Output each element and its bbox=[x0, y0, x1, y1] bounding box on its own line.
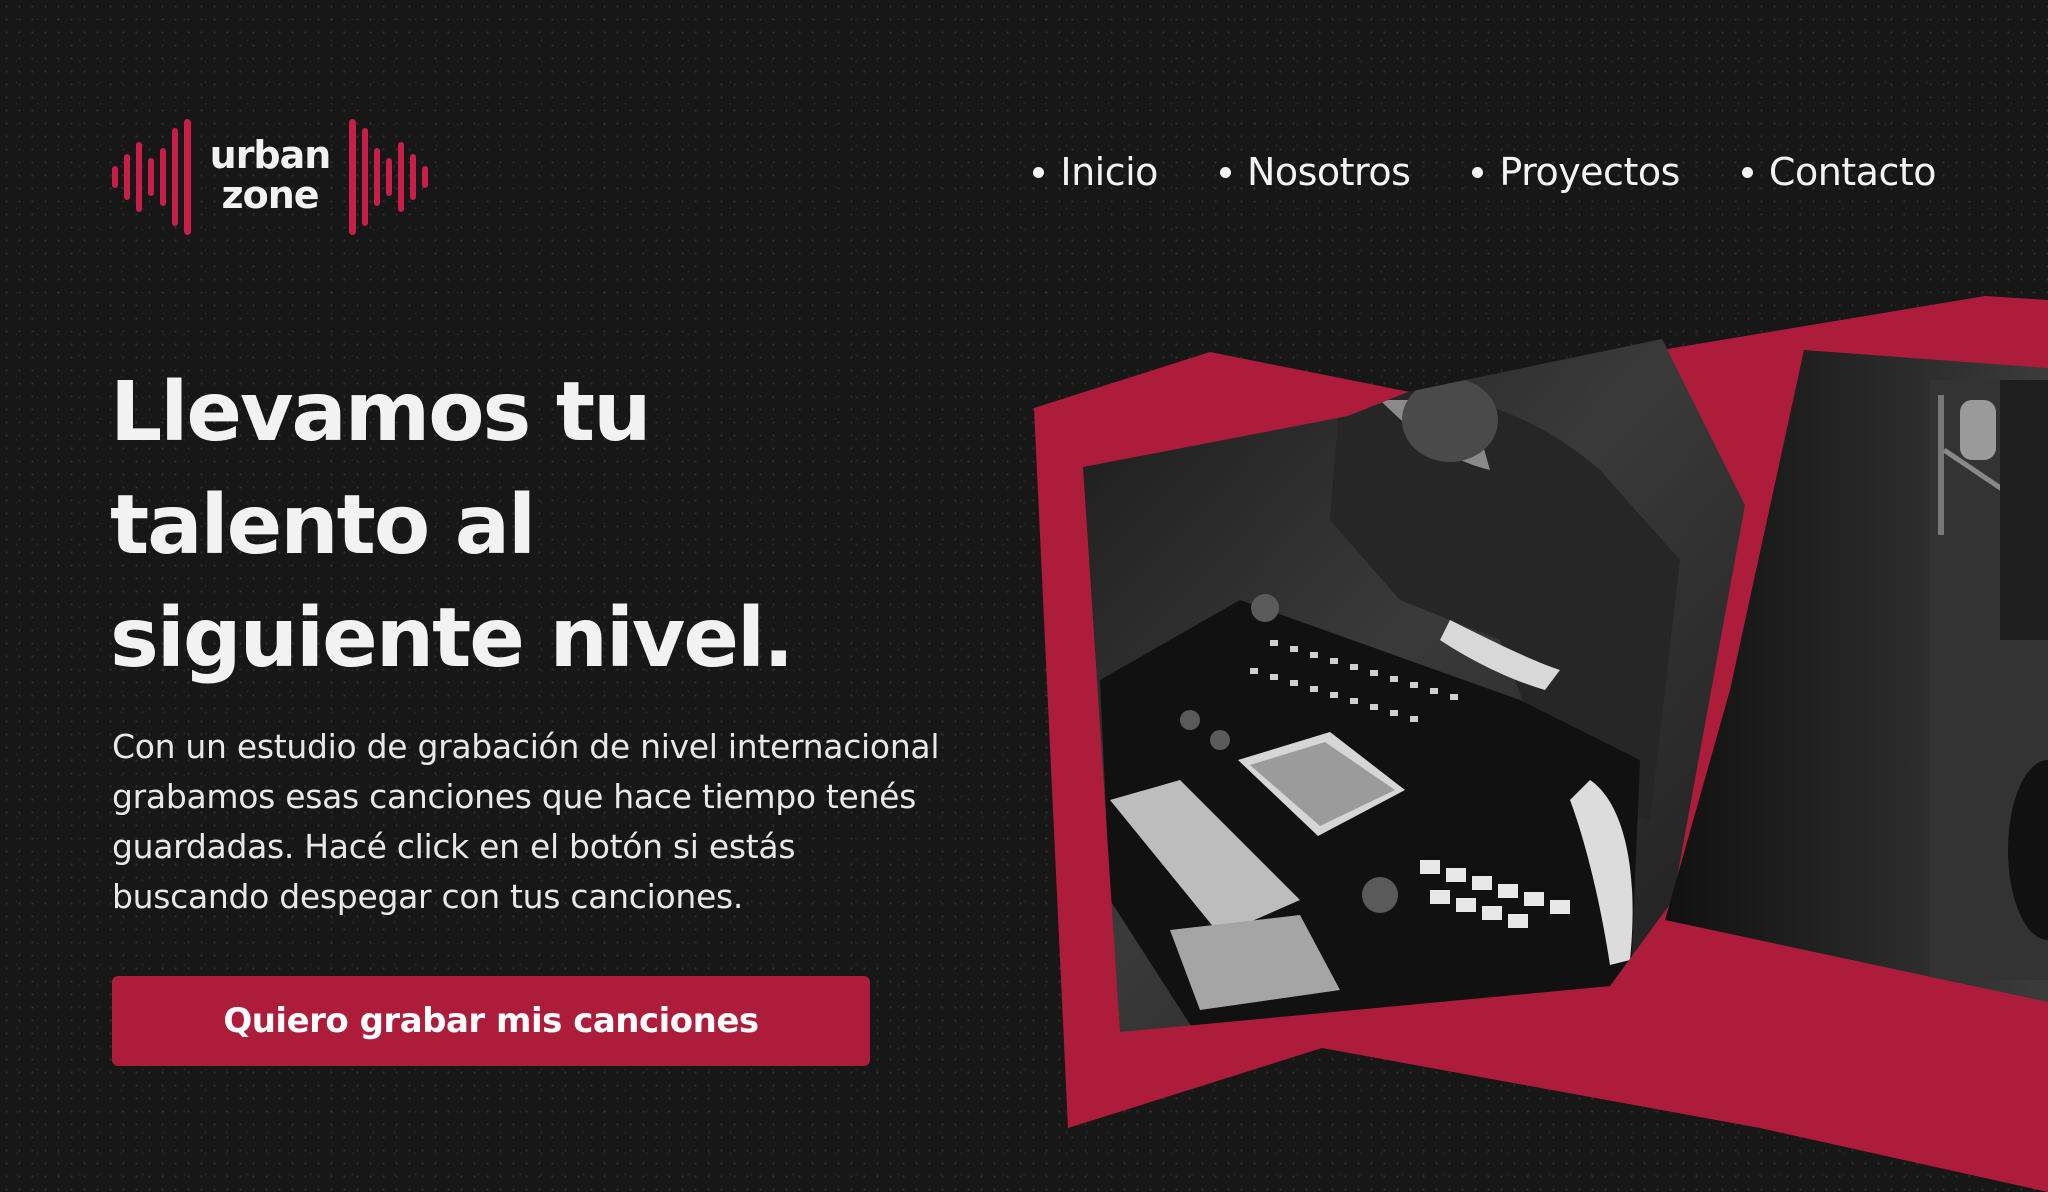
landing-page: urban zone Inicio Nosotros Proyectos Con… bbox=[0, 0, 2048, 1192]
hero-collage bbox=[1034, 296, 2048, 1192]
